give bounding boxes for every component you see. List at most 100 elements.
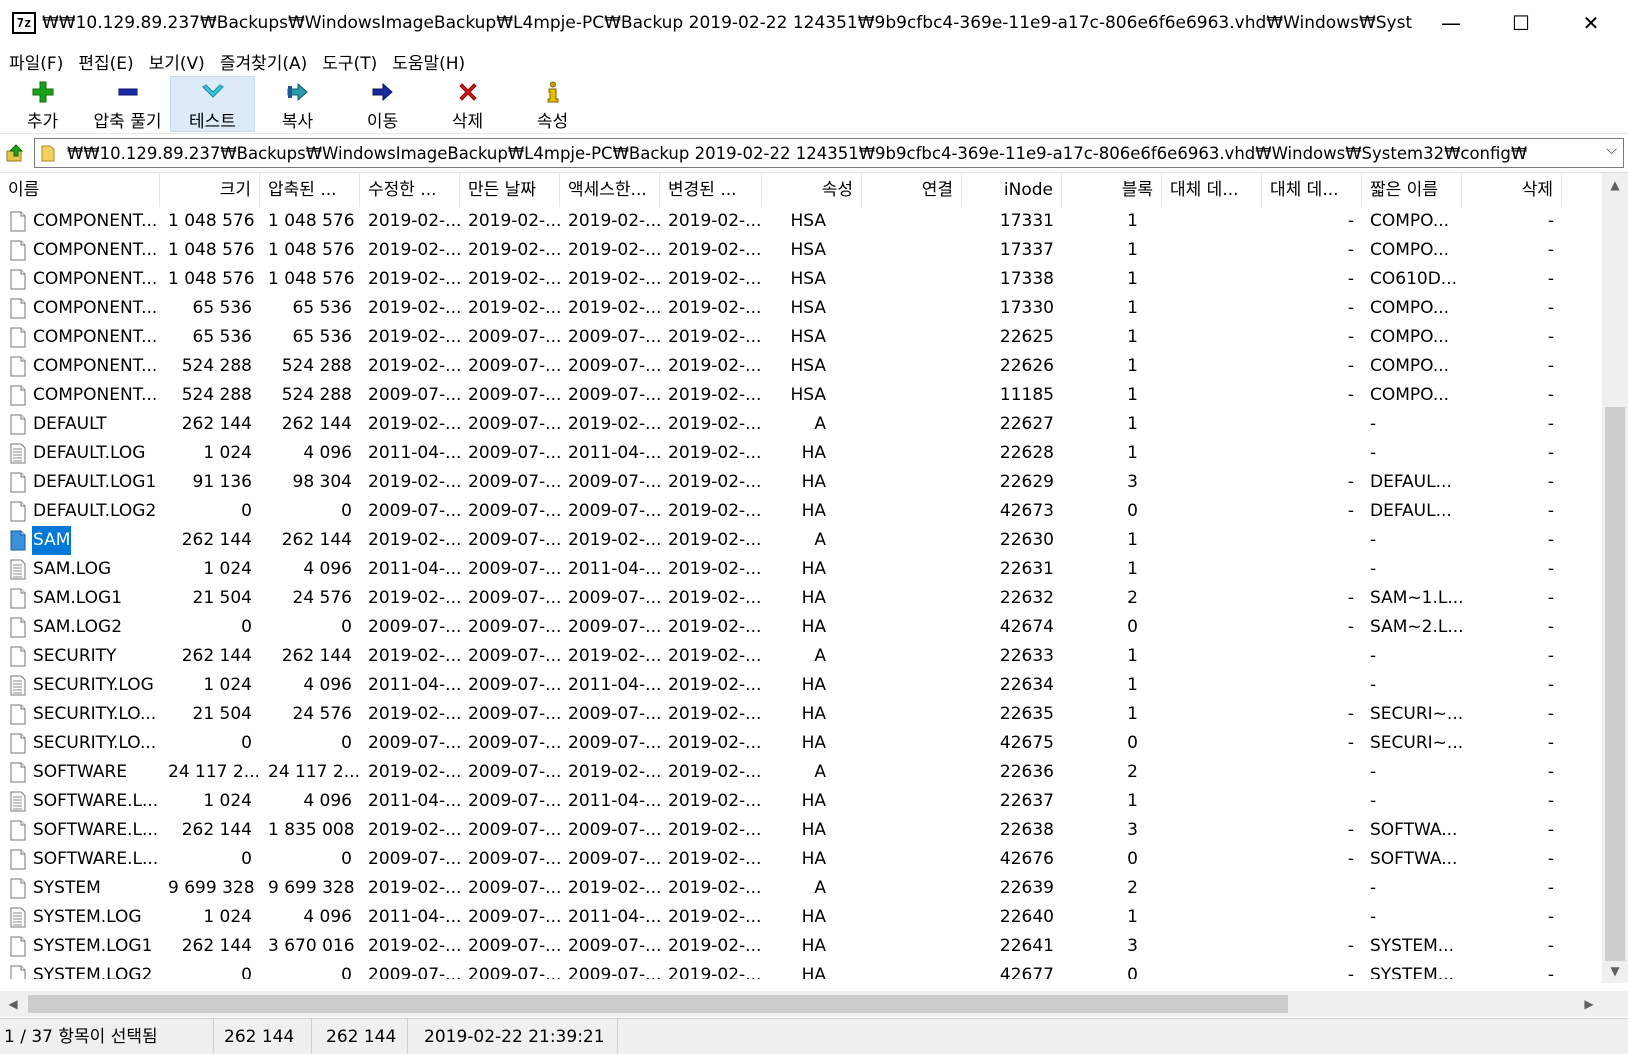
table-row[interactable]: SYSTEM.LOG2 0 0 2009-07-... 2009-07-... 2009-… [0, 961, 1602, 979]
menu-favorites[interactable]: 즐겨찾기(A) [215, 49, 312, 74]
cell-blocks: 3 [1127, 472, 1138, 492]
table-row[interactable]: COMPONENT... 1 048 576 1 048 576 2019-02-..… [0, 207, 1602, 236]
menu-edit[interactable]: 편집(E) [73, 49, 138, 74]
vertical-scroll-thumb[interactable] [1605, 407, 1625, 961]
table-row[interactable]: SAM.LOG1 21 504 24 576 2019-02-... 2009-07-.… [0, 584, 1602, 613]
column-header-modified[interactable]: 수정한 ... [360, 173, 460, 207]
title-bar[interactable]: 7z ₩₩10.129.89.237₩Backups₩WindowsImageB… [0, 0, 1628, 46]
cell-accessed: 2009-07-... [568, 936, 660, 956]
column-header-links[interactable]: 연결 [862, 173, 962, 207]
delete-button[interactable]: 삭제 [425, 76, 510, 132]
table-row[interactable]: DEFAULT.LOG 1 024 4 096 2011-04-... 2009-07-… [0, 439, 1602, 468]
table-row[interactable]: COMPONENT... 1 048 576 1 048 576 2019-02-..… [0, 236, 1602, 265]
table-row[interactable]: SECURITY.LO... 21 504 24 576 2019-02-... 200… [0, 700, 1602, 729]
extract-button[interactable]: 압축 풀기 [85, 76, 170, 132]
column-header-size[interactable]: 크기 [160, 173, 260, 207]
status-bar: 1 / 37 항목이 선택됨 262 144 262 144 2019-02-2… [0, 1018, 1628, 1054]
scroll-left-icon[interactable]: ◀ [0, 991, 26, 1017]
file-icon [10, 936, 26, 957]
cell-deleted: - [1547, 965, 1554, 979]
cell-deleted: - [1547, 443, 1554, 463]
file-icon [10, 646, 26, 667]
file-list: 이름 크기 압축된 ... 수정한 ... 만든 날짜 액세스한... 변경된 … [0, 172, 1628, 1018]
cell-short-name: SOFTWA... [1370, 849, 1458, 869]
file-name: SOFTWARE.L... [33, 849, 159, 869]
test-button[interactable]: 테스트 [170, 76, 255, 132]
cell-accessed: 2011-04-... [568, 907, 660, 927]
cell-inode: 42674 [999, 617, 1054, 637]
table-row[interactable]: SOFTWARE.L... 1 024 4 096 2011-04-... 2009-0… [0, 787, 1602, 816]
horizontal-scroll-thumb[interactable] [28, 995, 1288, 1013]
table-row[interactable]: SOFTWARE.L... 262 144 1 835 008 2019-02-...… [0, 816, 1602, 845]
column-header-short-name[interactable]: 짧은 이름 [1362, 173, 1462, 207]
minimize-button[interactable]: — [1416, 0, 1486, 46]
chevron-down-icon[interactable]: ⌵ [1606, 142, 1617, 158]
table-row[interactable]: COMPONENT... 524 288 524 288 2009-07-... 200… [0, 381, 1602, 410]
scroll-up-icon[interactable]: ▲ [1602, 173, 1628, 197]
table-row[interactable]: SECURITY.LOG 1 024 4 096 2011-04-... 2009-07… [0, 671, 1602, 700]
7zip-app-icon[interactable]: 7z [12, 12, 36, 34]
table-row[interactable]: DEFAULT 262 144 262 144 2019-02-... 2009-07-… [0, 410, 1602, 439]
cell-accessed: 2019-02-... [568, 269, 660, 289]
menu-file[interactable]: 파일(F) [4, 49, 68, 74]
menu-help[interactable]: 도움말(H) [387, 49, 470, 74]
cell-packed-size: 0 [341, 501, 352, 521]
close-button[interactable]: ✕ [1556, 0, 1626, 46]
column-header-alt-stream-2[interactable]: 대체 데... [1262, 173, 1362, 207]
file-icon [10, 501, 26, 522]
table-row[interactable]: SAM 262 144 262 144 2019-02-... 2009-07-... 2… [0, 526, 1602, 555]
add-button[interactable]: 추가 [0, 76, 85, 132]
table-row[interactable]: COMPONENT... 65 536 65 536 2019-02-... 2019-… [0, 294, 1602, 323]
cell-blocks: 2 [1127, 762, 1138, 782]
table-row[interactable]: DEFAULT.LOG2 0 0 2009-07-... 2009-07-... 2009… [0, 497, 1602, 526]
path-input[interactable]: ₩₩10.129.89.237₩Backups₩WindowsImageBack… [34, 138, 1624, 168]
properties-button[interactable]: 속성 [510, 76, 595, 132]
menu-view[interactable]: 보기(V) [144, 49, 210, 74]
cell-attributes: HA [801, 849, 826, 869]
maximize-button[interactable]: ☐ [1486, 0, 1556, 46]
file-icon [10, 298, 26, 319]
cell-changed: 2019-02-... [668, 617, 762, 637]
column-header-alt-stream-1[interactable]: 대체 데... [1162, 173, 1262, 207]
table-row[interactable]: SOFTWARE 24 117 2... 24 117 2... 2019-02-..… [0, 758, 1602, 787]
cell-size: 262 144 [181, 820, 252, 840]
column-header-deleted[interactable]: 삭제 [1462, 173, 1562, 207]
cell-modified: 2011-04-... [368, 443, 460, 463]
copy-button[interactable]: 복사 [255, 76, 340, 132]
table-row[interactable]: DEFAULT.LOG1 91 136 98 304 2019-02-... 2009-… [0, 468, 1602, 497]
menu-tools[interactable]: 도구(T) [317, 49, 382, 74]
column-header-inode[interactable]: iNode [962, 173, 1062, 207]
column-header-created[interactable]: 만든 날짜 [460, 173, 560, 207]
table-row[interactable]: SYSTEM.LOG1 262 144 3 670 016 2019-02-... 20… [0, 932, 1602, 961]
table-row[interactable]: SECURITY 262 144 262 144 2019-02-... 2009-07… [0, 642, 1602, 671]
table-row[interactable]: SYSTEM 9 699 328 9 699 328 2019-02-... 2009-… [0, 874, 1602, 903]
column-header-attributes[interactable]: 속성 [762, 173, 862, 207]
column-header-blocks[interactable]: 블록 [1062, 173, 1162, 207]
scroll-down-icon[interactable]: ▼ [1602, 959, 1628, 983]
table-row[interactable]: SECURITY.LO... 0 0 2009-07-... 2009-07-... 20… [0, 729, 1602, 758]
move-button[interactable]: 이동 [340, 76, 425, 132]
column-header-accessed[interactable]: 액세스한... [560, 173, 660, 207]
table-row[interactable]: COMPONENT... 65 536 65 536 2019-02-... 2009-… [0, 323, 1602, 352]
table-row[interactable]: SAM.LOG 1 024 4 096 2011-04-... 2009-07-... 2… [0, 555, 1602, 584]
cell-packed-size: 4 096 [303, 675, 352, 695]
minus-icon [116, 80, 140, 103]
table-row[interactable]: COMPONENT... 524 288 524 288 2019-02-... 200… [0, 352, 1602, 381]
cell-inode: 42673 [999, 501, 1054, 521]
scroll-right-icon[interactable]: ▶ [1576, 991, 1602, 1017]
cell-inode: 17331 [999, 211, 1054, 231]
folder-up-icon[interactable] [6, 143, 26, 163]
table-row[interactable]: SAM.LOG2 0 0 2009-07-... 2009-07-... 2009-07-… [0, 613, 1602, 642]
vertical-scrollbar[interactable]: ▲ ▼ [1602, 173, 1628, 983]
table-row[interactable]: SYSTEM.LOG 1 024 4 096 2011-04-... 2009-07-.… [0, 903, 1602, 932]
horizontal-scrollbar[interactable]: ◀ ▶ [0, 991, 1602, 1017]
plus-icon [31, 80, 55, 103]
table-row[interactable]: SOFTWARE.L... 0 0 2009-07-... 2009-07-... 200… [0, 845, 1602, 874]
cell-alt-stream-2 [1262, 642, 1362, 671]
cell-modified: 2019-02-... [368, 298, 460, 318]
column-header-packed[interactable]: 압축된 ... [260, 173, 360, 207]
column-header-changed[interactable]: 변경된 ... [660, 173, 762, 207]
column-header-name[interactable]: 이름 [0, 173, 160, 207]
table-row[interactable]: COMPONENT... 1 048 576 1 048 576 2019-02-..… [0, 265, 1602, 294]
move-label: 이동 [366, 112, 399, 132]
